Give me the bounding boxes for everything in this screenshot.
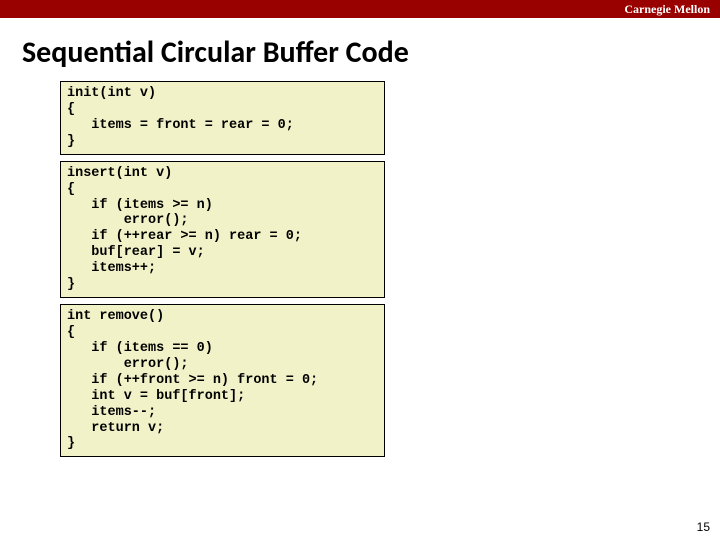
slide-title: Sequential Circular Buffer Code [22,34,720,71]
code-box-remove: int remove() { if (items == 0) error(); … [60,304,385,457]
code-box-init: init(int v) { items = front = rear = 0; … [60,81,385,155]
code-init: init(int v) { items = front = rear = 0; … [67,86,378,150]
code-box-insert: insert(int v) { if (items >= n) error();… [60,161,385,298]
slide: Carnegie Mellon Sequential Circular Buff… [0,0,720,540]
code-insert: insert(int v) { if (items >= n) error();… [67,166,378,293]
code-remove: int remove() { if (items == 0) error(); … [67,309,378,452]
top-bar: Carnegie Mellon [0,0,720,18]
page-number: 15 [697,520,710,534]
brand-label: Carnegie Mellon [624,2,710,17]
